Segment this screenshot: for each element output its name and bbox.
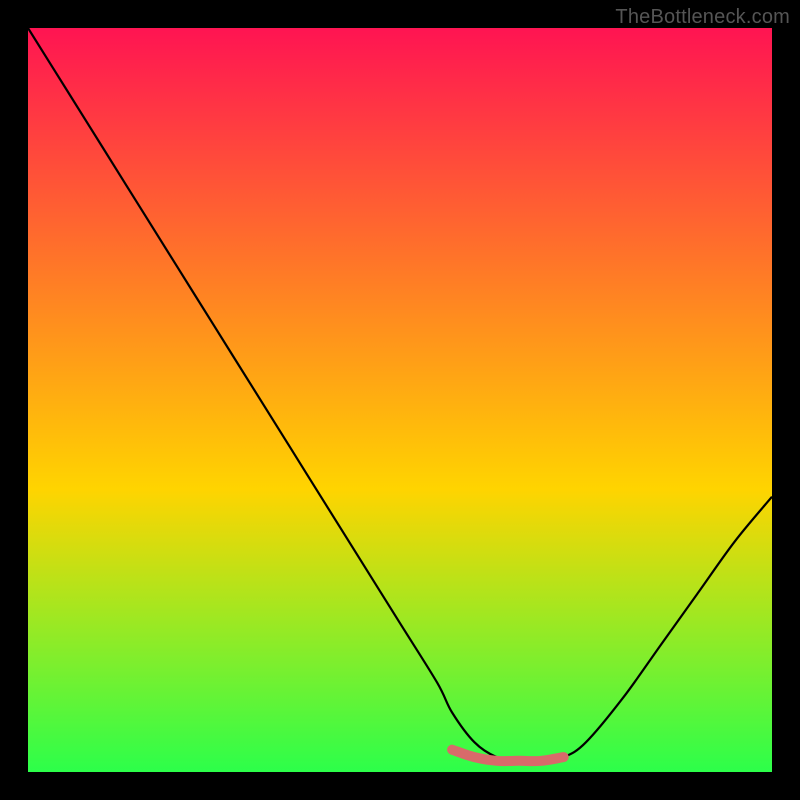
chart-plot [28,28,772,772]
watermark-text: TheBottleneck.com [615,6,790,29]
chart-background [28,28,772,772]
